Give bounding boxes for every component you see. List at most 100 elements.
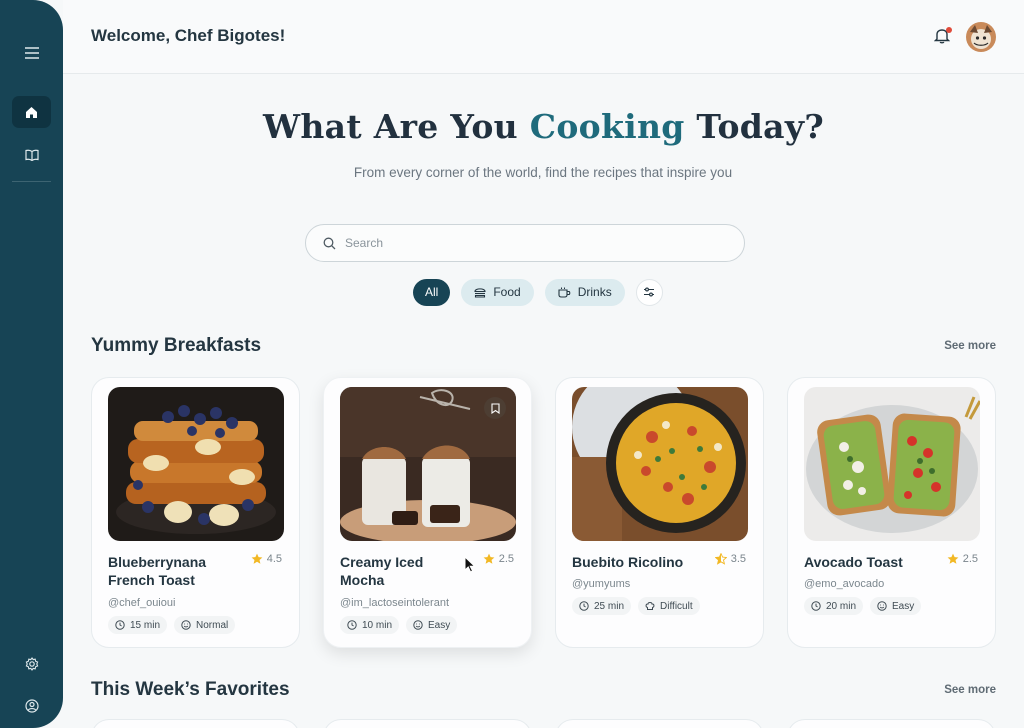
time-tag: 15 min [108,616,168,634]
time-tag: 20 min [804,597,864,615]
filter-all[interactable]: All [413,278,451,306]
recipe-card[interactable] [91,719,300,728]
recipe-card[interactable]: Blueberrynana French Toast 4.5 @chef_oui… [91,377,300,648]
time-value: 25 min [594,600,625,612]
menu-button[interactable] [12,37,51,69]
difficulty-value: Easy [428,619,451,631]
notifications-button[interactable] [933,27,952,45]
book-icon [24,149,39,161]
filter-food-label: Food [493,285,521,299]
filter-settings-button[interactable] [635,278,663,306]
recipe-image-buebito [572,387,748,541]
recipe-rating: 4.5 [251,553,282,565]
search-bar[interactable] [305,224,745,262]
hero-title: What Are You Cooking Today? [263,107,824,146]
recipe-rating: 2.5 [483,553,514,565]
hero-subtitle: From every corner of the world, find the… [353,165,733,180]
chef-hat-icon [645,602,655,610]
clock-icon [579,601,589,611]
star-half-icon [714,553,727,565]
bookmark-button[interactable] [484,397,506,419]
burger-icon [474,287,486,298]
recipe-card[interactable] [555,719,764,728]
smile-icon [877,601,887,611]
recipe-rating: 2.5 [947,553,978,565]
time-tag: 25 min [572,597,632,615]
settings-icon [25,657,38,671]
recipe-tags: 10 min Easy [340,616,458,634]
recipe-name: Buebito Ricolino [572,554,684,570]
search-icon [323,237,336,249]
section-title-favorites: This Week’s Favorites [91,679,290,700]
recipe-tags: 25 min Difficult [572,597,700,615]
see-more-favorites-link[interactable]: See more [944,684,996,696]
time-tag: 10 min [340,616,400,634]
filter-drinks-label: Drinks [577,285,612,299]
recipe-author: @yumyums [572,578,631,590]
smile-icon [181,620,191,630]
top-bar: Welcome, Chef Bigotes! [63,0,1024,74]
star-icon [483,553,495,564]
filter-drinks[interactable]: Drinks [544,278,625,306]
filter-food[interactable]: Food [461,278,534,306]
sliders-icon [644,287,655,297]
recipe-image-avocado-toast [804,387,980,541]
search-input[interactable] [345,236,705,250]
time-value: 10 min [362,619,393,631]
mug-icon [558,287,571,298]
difficulty-value: Difficult [660,600,693,612]
recipe-image-iced-mocha [340,387,516,541]
menu-icon [24,47,39,59]
recipe-card[interactable]: Creamy Iced Mocha 2.5 @im_lactoseintoler… [323,377,532,648]
star-icon [947,553,959,564]
recipe-name: Blueberrynana French Toast [108,554,207,588]
difficulty-tag: Easy [870,597,922,615]
welcome-heading: Welcome, Chef Bigotes! [91,26,286,45]
difficulty-tag: Easy [406,616,458,634]
recipe-card[interactable]: Avocado Toast 2.5 @emo_avocado 20 min Ea… [787,377,996,648]
hero-title-accent: Cooking [529,107,685,146]
difficulty-value: Easy [892,600,915,612]
recipe-author: @emo_avocado [804,578,885,590]
profile-icon [24,699,39,713]
sidebar [0,0,63,728]
recipe-card[interactable] [323,719,532,728]
home-icon [26,106,37,118]
filter-all-label: All [425,285,439,299]
section-title-breakfasts: Yummy Breakfasts [91,335,262,356]
difficulty-tag: Difficult [638,597,700,615]
rating-value: 2.5 [962,553,978,565]
bookmark-icon [490,402,500,414]
smile-icon [413,620,423,630]
difficulty-tag: Normal [174,616,236,634]
time-value: 20 min [826,600,857,612]
sidebar-item-profile[interactable] [12,690,51,722]
recipe-card[interactable] [787,719,996,728]
clock-icon [115,620,125,630]
rating-value: 3.5 [730,553,746,565]
clock-icon [347,620,357,630]
user-avatar[interactable] [966,22,996,52]
sidebar-item-home[interactable] [12,96,51,128]
recipe-author: @im_lactoseintolerant [340,597,449,609]
see-more-breakfasts-link[interactable]: See more [944,340,996,352]
sidebar-item-recipes[interactable] [12,139,51,171]
recipe-name: Avocado Toast [804,554,903,570]
recipe-name: Creamy Iced Mocha [340,554,424,588]
favorites-cards [91,719,996,728]
rating-value: 4.5 [266,553,282,565]
sidebar-item-settings[interactable] [12,648,51,680]
avatar-image [966,22,996,52]
main-content: What Are You Cooking Today? From every c… [63,75,1024,728]
recipe-card[interactable]: Buebito Ricolino 3.5 @yumyums 25 min Dif… [555,377,764,648]
sidebar-divider [12,181,51,182]
star-icon [251,553,263,564]
recipe-rating: 3.5 [714,553,746,565]
recipe-tags: 20 min Easy [804,597,922,615]
filter-bar: All Food Drinks [413,278,663,306]
difficulty-value: Normal [196,619,229,631]
recipe-image-french-toast [108,387,284,541]
recipe-tags: 15 min Normal [108,616,236,634]
rating-value: 2.5 [498,553,514,565]
clock-icon [811,601,821,611]
